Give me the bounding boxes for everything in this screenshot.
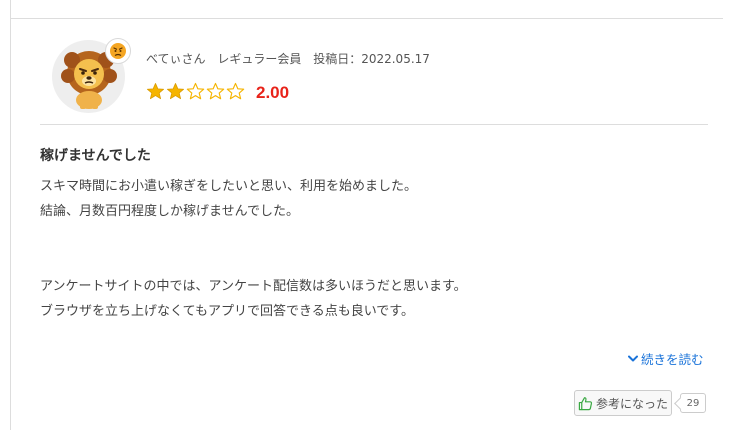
top-divider: [10, 18, 723, 19]
review-body-line: 結論、月数百円程度しか稼げませんでした。: [40, 204, 299, 219]
angry-face-icon: [110, 43, 126, 59]
card-left-border: [10, 0, 11, 430]
chevron-down-icon: [628, 355, 638, 361]
helpful-count-badge: 29: [680, 393, 706, 413]
reviewer-name: べてぃさん: [146, 52, 206, 66]
star-filled-icon: [146, 82, 165, 99]
post-date: 投稿日：2022.05.17: [313, 52, 430, 66]
star-empty-icon: [226, 82, 245, 99]
star-empty-icon: [206, 82, 225, 99]
star-rating: [146, 82, 246, 105]
reviewer-avatar: [52, 38, 131, 116]
star-empty-icon: [186, 82, 205, 99]
review-body-line: [40, 224, 710, 249]
rating-value: 2.00: [256, 83, 290, 102]
review-body-line: ブラウザを立ち上げなくてもアプリで回答できる点も良いです。: [40, 304, 415, 319]
star-filled-icon: [166, 82, 185, 99]
mood-badge: [105, 38, 131, 64]
review-title: 稼げませんでした: [40, 148, 151, 164]
rating-row: 2.00: [146, 82, 289, 104]
review-body-line: アンケートサイトの中では、アンケート配信数は多いほうだと思います。: [40, 279, 467, 294]
review-body: スキマ時間にお小遣い稼ぎをしたいと思い、利用を始めました。 結論、月数百円程度し…: [40, 174, 710, 324]
header-divider: [40, 124, 708, 125]
helpful-label: 参考になった: [595, 396, 668, 411]
review-body-line: [40, 249, 710, 274]
reviewer-meta: べてぃさん レギュラー会員 投稿日：2022.05.17: [146, 50, 430, 67]
read-more-label: 続きを読む: [641, 352, 704, 367]
read-more-link[interactable]: 続きを読む: [628, 349, 704, 368]
thumbs-up-icon: [578, 396, 593, 410]
review-body-line: スキマ時間にお小遣い稼ぎをしたいと思い、利用を始めました。: [40, 179, 418, 194]
member-rank: レギュラー会員: [217, 52, 302, 66]
helpful-button[interactable]: 参考になった: [574, 390, 672, 416]
helpful-count: 29: [686, 397, 700, 409]
